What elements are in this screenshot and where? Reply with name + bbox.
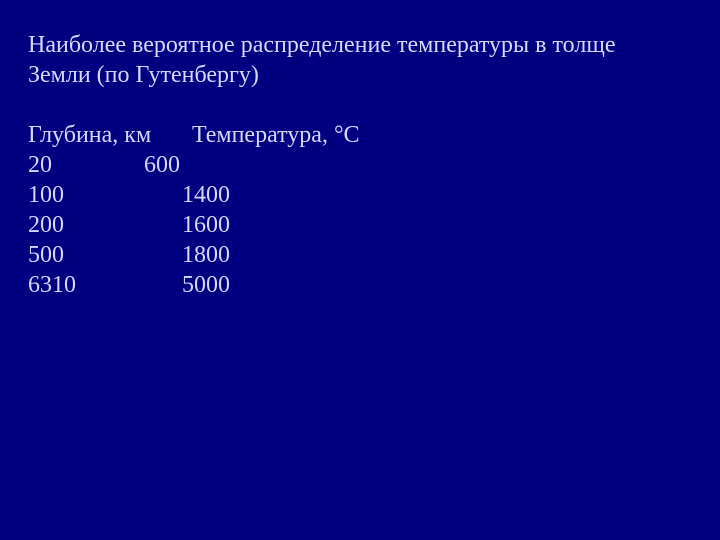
cell-depth: 200 <box>28 210 176 240</box>
cell-temperature: 1800 <box>182 240 230 270</box>
cell-temperature: 600 <box>144 150 180 180</box>
table-row: 6310 5000 <box>28 270 692 300</box>
table-row: 100 1400 <box>28 180 692 210</box>
table-row: 20 600 <box>28 150 692 180</box>
header-depth: Глубина, км <box>28 120 186 150</box>
cell-temperature: 1600 <box>182 210 230 240</box>
table-row: 200 1600 <box>28 210 692 240</box>
cell-temperature: 1400 <box>182 180 230 210</box>
spacer <box>28 90 692 120</box>
title-line-2: Земли (по Гутенбергу) <box>28 60 692 90</box>
table-header-row: Глубина, км Температура, °С <box>28 120 692 150</box>
title-line-1: Наиболее вероятное распределение темпера… <box>28 30 692 60</box>
cell-depth: 20 <box>28 150 138 180</box>
cell-depth: 6310 <box>28 270 176 300</box>
cell-depth: 100 <box>28 180 176 210</box>
table-row: 500 1800 <box>28 240 692 270</box>
header-temperature: Температура, °С <box>192 120 360 150</box>
cell-temperature: 5000 <box>182 270 230 300</box>
cell-depth: 500 <box>28 240 176 270</box>
